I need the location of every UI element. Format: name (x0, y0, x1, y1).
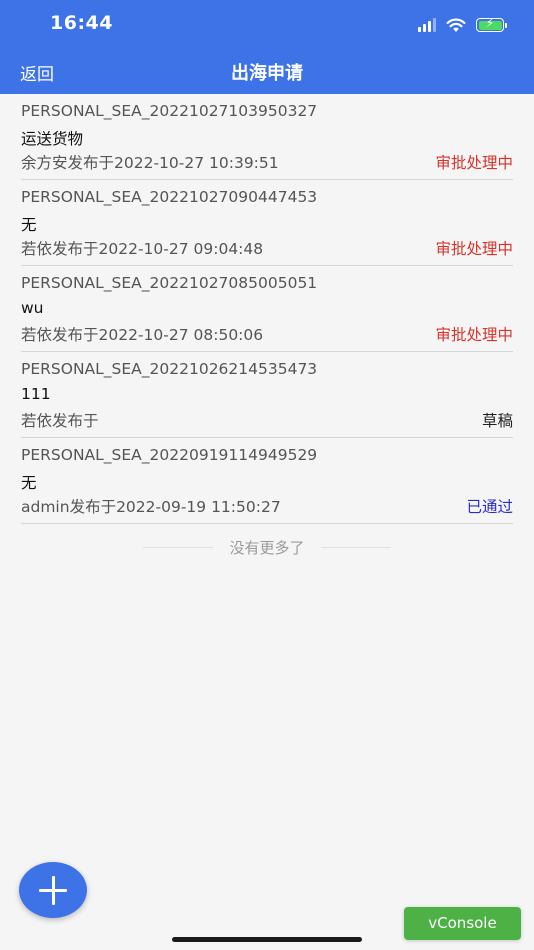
list-item[interactable]: PERSONAL_SEA_20221027090447453 无 若依发布于20… (21, 180, 513, 266)
item-code: PERSONAL_SEA_20221027103950327 (21, 102, 318, 120)
status-badge: 审批处理中 (435, 240, 513, 258)
list-item[interactable]: PERSONAL_SEA_20220919114949529 无 admin发布… (21, 438, 513, 524)
item-code: PERSONAL_SEA_20221027090447453 (21, 188, 318, 206)
item-subject: 运送货物 (21, 130, 84, 148)
add-application-button[interactable] (19, 862, 87, 918)
app-screen: 16:44 ⚡ 返回 出海申请 PERSONAL_SEA_20221027103… (0, 0, 534, 950)
item-code: PERSONAL_SEA_20220919114949529 (21, 446, 318, 464)
battery-charging-icon: ⚡ (476, 16, 507, 32)
item-meta: 若依发布于2022-10-27 09:04:48 (21, 240, 264, 258)
status-icons: ⚡ (418, 15, 507, 35)
item-subject: 无 (21, 216, 37, 234)
page-title: 出海申请 (231, 63, 303, 84)
item-code: PERSONAL_SEA_20221026214535473 (21, 360, 318, 378)
item-subject: 无 (21, 474, 37, 492)
status-badge: 草稿 (481, 412, 513, 430)
list-item[interactable]: PERSONAL_SEA_20221027103950327 运送货物 余方安发… (21, 94, 513, 180)
status-badge: 已通过 (466, 498, 513, 516)
item-subject: wu (21, 299, 44, 317)
home-indicator[interactable] (172, 937, 362, 942)
status-badge: 审批处理中 (435, 326, 513, 344)
no-more-text: 没有更多了 (229, 539, 305, 557)
vconsole-button[interactable]: vConsole (404, 907, 521, 940)
item-meta: admin发布于2022-09-19 11:50:27 (21, 498, 281, 516)
cellular-signal-icon (418, 18, 436, 32)
wifi-icon (446, 18, 466, 32)
item-code: PERSONAL_SEA_20221027085005051 (21, 274, 318, 292)
list-item[interactable]: PERSONAL_SEA_20221027085005051 wu 若依发布于2… (21, 266, 513, 352)
header: 16:44 ⚡ 返回 出海申请 (0, 0, 534, 94)
item-meta: 若依发布于 (21, 412, 99, 430)
application-list: PERSONAL_SEA_20221027103950327 运送货物 余方安发… (0, 94, 534, 524)
divider (321, 547, 391, 548)
item-subject: 111 (21, 385, 51, 403)
list-item[interactable]: PERSONAL_SEA_20221026214535473 111 若依发布于… (21, 352, 513, 438)
status-badge: 审批处理中 (435, 154, 513, 172)
item-meta: 若依发布于2022-10-27 08:50:06 (21, 326, 264, 344)
no-more-indicator: 没有更多了 (0, 536, 534, 558)
status-time: 16:44 (50, 12, 113, 34)
item-meta: 余方安发布于2022-10-27 10:39:51 (21, 154, 279, 172)
